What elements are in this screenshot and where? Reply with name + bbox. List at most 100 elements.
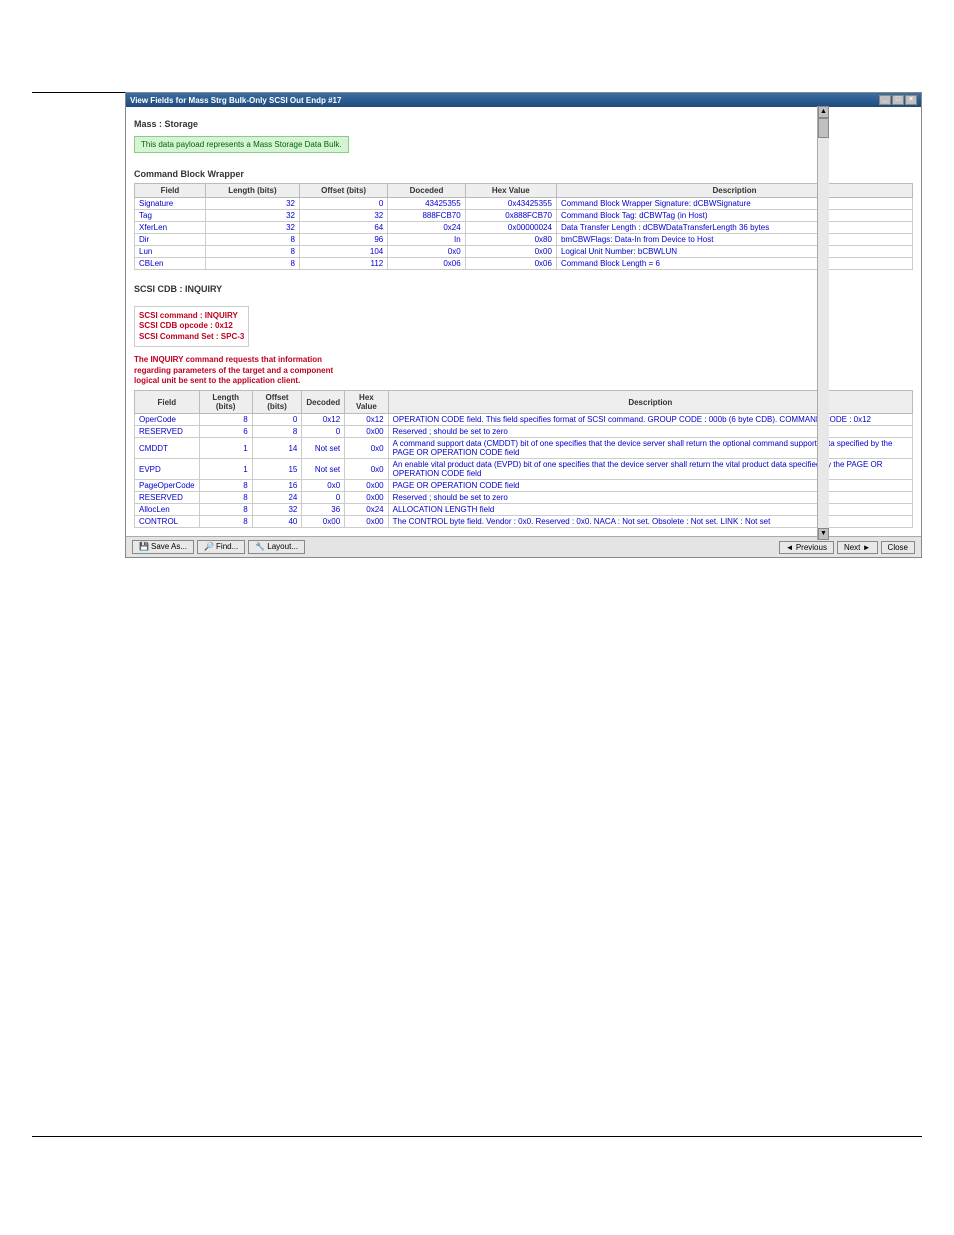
cell: 0x43425355 [465, 198, 556, 210]
scroll-thumb[interactable] [818, 118, 829, 138]
cell: 1 [199, 459, 252, 480]
cell: 32 [205, 198, 299, 210]
save-as-button[interactable]: 💾Save As... [132, 540, 194, 554]
cell: 0 [302, 426, 345, 438]
cell: 0x0 [345, 438, 388, 459]
scroll-down-button[interactable]: ▼ [818, 528, 829, 540]
cell: An enable vital product data (EVPD) bit … [388, 459, 912, 480]
payload-badge: This data payload represents a Mass Stor… [134, 136, 349, 153]
cell: 8 [199, 414, 252, 426]
table-row: PageOperCode8160x00x00PAGE OR OPERATION … [135, 480, 913, 492]
disk-icon: 💾 [139, 542, 149, 552]
cell: 43425355 [388, 198, 465, 210]
col-header: Hex Value [465, 184, 556, 198]
cell: OPERATION CODE field. This field specifi… [388, 414, 912, 426]
table-row: XferLen32640x240x00000024Data Transfer L… [135, 222, 913, 234]
cell: Signature [135, 198, 206, 210]
maximize-button[interactable]: □ [892, 95, 904, 105]
window-title: View Fields for Mass Strg Bulk-Only SCSI… [130, 96, 341, 105]
cell: Command Block Length = 6 [556, 258, 912, 270]
cell: 0x0 [388, 246, 465, 258]
cell: 0x00 [345, 492, 388, 504]
col-header: Hex Value [345, 391, 388, 414]
cell: XferLen [135, 222, 206, 234]
bottom-rule [32, 1136, 922, 1137]
cell: 0x00 [345, 480, 388, 492]
cell: Not set [302, 459, 345, 480]
cell: Lun [135, 246, 206, 258]
cell: CONTROL [135, 516, 200, 528]
cell: 0 [299, 198, 387, 210]
cell: Reserved ; should be set to zero [388, 426, 912, 438]
cell: 0x888FCB70 [465, 210, 556, 222]
cell: 16 [252, 480, 302, 492]
cell: 0x00 [345, 426, 388, 438]
cell: 1 [199, 438, 252, 459]
minimize-button[interactable]: _ [879, 95, 891, 105]
prev-label: Previous [796, 543, 827, 552]
cell: 96 [299, 234, 387, 246]
cell: 32 [299, 210, 387, 222]
application-window: View Fields for Mass Strg Bulk-Only SCSI… [125, 92, 922, 558]
cell: 0 [252, 414, 302, 426]
cell: CMDDT [135, 438, 200, 459]
cell: 8 [199, 480, 252, 492]
cell: RESERVED [135, 492, 200, 504]
scsi-info-box: SCSI command : INQUIRY SCSI CDB opcode :… [134, 306, 249, 347]
table-row: AllocLen832360x24ALLOCATION LENGTH field [135, 504, 913, 516]
cell: PAGE OR OPERATION CODE field [388, 480, 912, 492]
cell: Reserved ; should be set to zero [388, 492, 912, 504]
cell: 104 [299, 246, 387, 258]
find-label: Find... [216, 542, 238, 551]
cell: OperCode [135, 414, 200, 426]
arrow-left-icon: ◄ [786, 543, 794, 552]
cell: 0x12 [345, 414, 388, 426]
cell: 8 [252, 426, 302, 438]
table-row: Dir896In0x80bmCBWFlags: Data-In from Dev… [135, 234, 913, 246]
col-header: Description [388, 391, 912, 414]
cell: 0 [302, 492, 345, 504]
scsi-info-line: SCSI command : INQUIRY [139, 311, 244, 321]
save-as-label: Save As... [151, 542, 187, 551]
col-header: Length (bits) [205, 184, 299, 198]
cell: The CONTROL byte field. Vendor : 0x0. Re… [388, 516, 912, 528]
scsi-title: SCSI CDB : INQUIRY [134, 284, 913, 294]
scroll-up-button[interactable]: ▲ [818, 106, 829, 118]
table-row: OperCode800x120x12OPERATION CODE field. … [135, 414, 913, 426]
col-header: Field [135, 184, 206, 198]
arrow-right-icon: ► [863, 543, 871, 552]
cell: 64 [299, 222, 387, 234]
cell: 0x0 [345, 459, 388, 480]
cell: AllocLen [135, 504, 200, 516]
cbw-title: Command Block Wrapper [134, 169, 913, 179]
table-row: CBLen81120x060x06Command Block Length = … [135, 258, 913, 270]
cell: bmCBWFlags: Data-In from Device to Host [556, 234, 912, 246]
cell: RESERVED [135, 426, 200, 438]
close-window-button[interactable]: × [905, 95, 917, 105]
next-button[interactable]: Next ► [837, 541, 878, 554]
cell: 0x0 [302, 480, 345, 492]
col-header: Offset (bits) [252, 391, 302, 414]
layout-button[interactable]: 🔧Layout... [248, 540, 305, 554]
cell: 0x06 [465, 258, 556, 270]
cell: 8 [205, 246, 299, 258]
vertical-scrollbar[interactable]: ▲ ▼ [817, 106, 829, 540]
cell: 6 [199, 426, 252, 438]
cell: 15 [252, 459, 302, 480]
cell: 0x12 [302, 414, 345, 426]
cell: Not set [302, 438, 345, 459]
cell: A command support data (CMDDT) bit of on… [388, 438, 912, 459]
layout-label: Layout... [267, 542, 298, 551]
col-header: Offset (bits) [299, 184, 387, 198]
next-label: Next [844, 543, 860, 552]
table-row: RESERVED82400x00Reserved ; should be set… [135, 492, 913, 504]
find-button[interactable]: 🔎Find... [197, 540, 245, 554]
table-row: CMDDT114Not set0x0A command support data… [135, 438, 913, 459]
titlebar: View Fields for Mass Strg Bulk-Only SCSI… [126, 93, 921, 107]
table-row: Lun81040x00x00Logical Unit Number: bCBWL… [135, 246, 913, 258]
close-button[interactable]: Close [881, 541, 915, 554]
previous-button[interactable]: ◄ Previous [779, 541, 834, 554]
cbw-table: FieldLength (bits)Offset (bits)DocededHe… [134, 183, 913, 270]
cell: 112 [299, 258, 387, 270]
cell: Logical Unit Number: bCBWLUN [556, 246, 912, 258]
